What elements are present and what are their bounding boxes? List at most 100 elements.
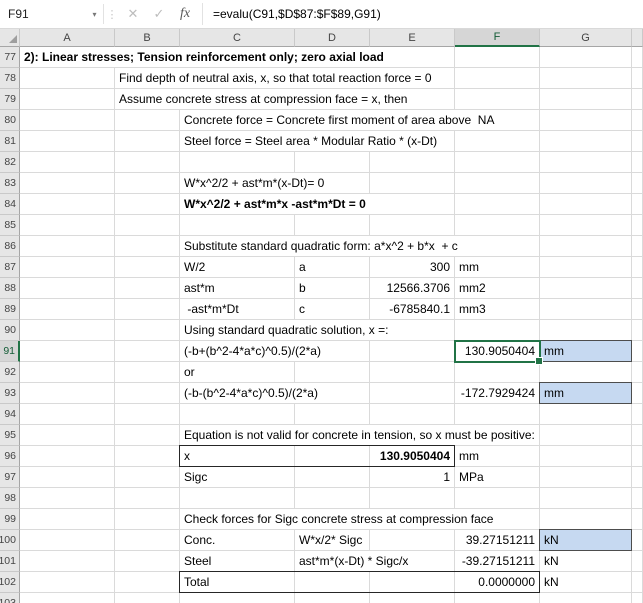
cell-A97[interactable] bbox=[20, 467, 115, 488]
cell-F86[interactable] bbox=[455, 236, 540, 257]
cell-F95[interactable] bbox=[455, 425, 540, 446]
cell-D101[interactable] bbox=[295, 551, 370, 572]
row-header-96[interactable]: 96 bbox=[0, 446, 20, 467]
cell-C100[interactable] bbox=[180, 530, 295, 551]
cell-partial-100[interactable] bbox=[632, 530, 643, 551]
cell-G102[interactable] bbox=[540, 572, 632, 593]
cell-A80[interactable] bbox=[20, 110, 115, 131]
cell-C78[interactable] bbox=[180, 68, 295, 89]
cell-A87[interactable] bbox=[20, 257, 115, 278]
cell-E91[interactable] bbox=[370, 341, 455, 362]
cell-E83[interactable] bbox=[370, 173, 455, 194]
cell-C95[interactable] bbox=[180, 425, 295, 446]
cell-F83[interactable] bbox=[455, 173, 540, 194]
cell-E99[interactable] bbox=[370, 509, 455, 530]
cell-B96[interactable] bbox=[115, 446, 180, 467]
cell-F80[interactable] bbox=[455, 110, 540, 131]
cell-A89[interactable] bbox=[20, 299, 115, 320]
cell-B103[interactable] bbox=[115, 593, 180, 603]
cell-partial-91[interactable] bbox=[632, 341, 643, 362]
cell-partial-82[interactable] bbox=[632, 152, 643, 173]
column-header-E[interactable]: E bbox=[370, 29, 455, 47]
cell-A99[interactable] bbox=[20, 509, 115, 530]
cell-C96[interactable] bbox=[180, 446, 295, 467]
cell-A88[interactable] bbox=[20, 278, 115, 299]
column-header-D[interactable]: D bbox=[295, 29, 370, 47]
cell-A93[interactable] bbox=[20, 383, 115, 404]
cell-C94[interactable] bbox=[180, 404, 295, 425]
cell-D92[interactable] bbox=[295, 362, 370, 383]
cell-A83[interactable] bbox=[20, 173, 115, 194]
cell-G81[interactable] bbox=[540, 131, 632, 152]
cell-D79[interactable] bbox=[295, 89, 370, 110]
cell-F99[interactable] bbox=[455, 509, 540, 530]
cell-C86[interactable] bbox=[180, 236, 295, 257]
cell-partial-90[interactable] bbox=[632, 320, 643, 341]
cell-D87[interactable] bbox=[295, 257, 370, 278]
cell-F79[interactable] bbox=[455, 89, 540, 110]
cell-A98[interactable] bbox=[20, 488, 115, 509]
cell-partial-87[interactable] bbox=[632, 257, 643, 278]
enter-icon[interactable]: ✓ bbox=[146, 0, 172, 28]
cell-G93[interactable] bbox=[540, 383, 632, 404]
cell-F103[interactable] bbox=[455, 593, 540, 603]
cell-E80[interactable] bbox=[370, 110, 455, 131]
row-header-88[interactable]: 88 bbox=[0, 278, 20, 299]
row-header-77[interactable]: 77 bbox=[0, 47, 20, 68]
cell-E77[interactable] bbox=[370, 47, 455, 68]
cell-G89[interactable] bbox=[540, 299, 632, 320]
cell-G80[interactable] bbox=[540, 110, 632, 131]
cell-C93[interactable] bbox=[180, 383, 295, 404]
cell-partial-89[interactable] bbox=[632, 299, 643, 320]
cell-D88[interactable] bbox=[295, 278, 370, 299]
cell-C80[interactable] bbox=[180, 110, 295, 131]
cell-A94[interactable] bbox=[20, 404, 115, 425]
cell-G79[interactable] bbox=[540, 89, 632, 110]
cell-F90[interactable] bbox=[455, 320, 540, 341]
cell-E92[interactable] bbox=[370, 362, 455, 383]
cell-D83[interactable] bbox=[295, 173, 370, 194]
formula-bar-resize-handle-icon[interactable]: ⋮ bbox=[104, 0, 120, 28]
cell-D80[interactable] bbox=[295, 110, 370, 131]
cell-D89[interactable] bbox=[295, 299, 370, 320]
cell-partial-93[interactable] bbox=[632, 383, 643, 404]
cell-B83[interactable] bbox=[115, 173, 180, 194]
cell-F85[interactable] bbox=[455, 215, 540, 236]
cell-F87[interactable] bbox=[455, 257, 540, 278]
cell-G85[interactable] bbox=[540, 215, 632, 236]
cell-G100[interactable] bbox=[540, 530, 632, 551]
cell-E102[interactable] bbox=[370, 572, 455, 593]
column-header-F[interactable]: F bbox=[455, 29, 540, 47]
cell-F98[interactable] bbox=[455, 488, 540, 509]
cell-F88[interactable] bbox=[455, 278, 540, 299]
cell-E88[interactable] bbox=[370, 278, 455, 299]
cell-partial-97[interactable] bbox=[632, 467, 643, 488]
cell-B100[interactable] bbox=[115, 530, 180, 551]
name-box[interactable]: F91 bbox=[0, 0, 86, 28]
row-header-98[interactable]: 98 bbox=[0, 488, 20, 509]
cell-B90[interactable] bbox=[115, 320, 180, 341]
cell-partial-102[interactable] bbox=[632, 572, 643, 593]
cell-D95[interactable] bbox=[295, 425, 370, 446]
cell-A95[interactable] bbox=[20, 425, 115, 446]
cell-A100[interactable] bbox=[20, 530, 115, 551]
cell-partial-83[interactable] bbox=[632, 173, 643, 194]
cell-E101[interactable] bbox=[370, 551, 455, 572]
cell-D78[interactable] bbox=[295, 68, 370, 89]
cell-B94[interactable] bbox=[115, 404, 180, 425]
row-header-97[interactable]: 97 bbox=[0, 467, 20, 488]
cell-E95[interactable] bbox=[370, 425, 455, 446]
cell-B81[interactable] bbox=[115, 131, 180, 152]
cell-G87[interactable] bbox=[540, 257, 632, 278]
cell-E96[interactable] bbox=[370, 446, 455, 467]
cell-G88[interactable] bbox=[540, 278, 632, 299]
cell-A96[interactable] bbox=[20, 446, 115, 467]
cell-D93[interactable] bbox=[295, 383, 370, 404]
cell-B92[interactable] bbox=[115, 362, 180, 383]
row-header-93[interactable]: 93 bbox=[0, 383, 20, 404]
cell-B93[interactable] bbox=[115, 383, 180, 404]
cell-C83[interactable] bbox=[180, 173, 295, 194]
cell-G97[interactable] bbox=[540, 467, 632, 488]
cell-F81[interactable] bbox=[455, 131, 540, 152]
cell-E103[interactable] bbox=[370, 593, 455, 603]
